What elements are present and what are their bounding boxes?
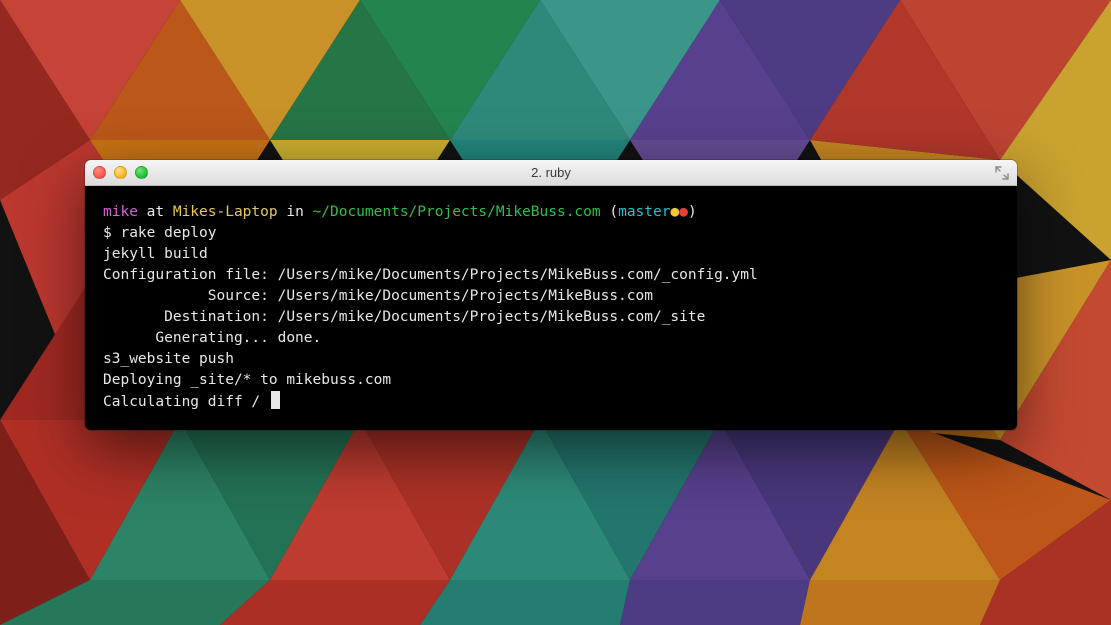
output-line: Deploying _site/* to mikebuss.com (103, 372, 391, 388)
prompt-at: at (138, 204, 173, 220)
prompt-paren-close: ) (688, 204, 697, 220)
output-line: Configuration file: /Users/mike/Document… (103, 267, 758, 283)
prompt-path: ~/Documents/Projects/MikeBuss.com (313, 204, 601, 220)
terminal-cursor (271, 391, 280, 409)
output-line: s3_website push (103, 351, 234, 367)
terminal-window[interactable]: 2. ruby mike at Mikes-Laptop in ~/Docume… (85, 160, 1017, 430)
traffic-lights (93, 166, 148, 179)
output-line: Source: /Users/mike/Documents/Projects/M… (103, 288, 653, 304)
window-titlebar[interactable]: 2. ruby (85, 160, 1017, 186)
minimize-icon[interactable] (114, 166, 127, 179)
output-line: Calculating diff / (103, 394, 269, 410)
prompt-paren-open: ( (601, 204, 618, 220)
output-line: Destination: /Users/mike/Documents/Proje… (103, 309, 705, 325)
zoom-icon[interactable] (135, 166, 148, 179)
git-status-dot-1: ● (670, 204, 679, 220)
prompt-in: in (278, 204, 313, 220)
window-title: 2. ruby (85, 165, 1017, 180)
prompt-user: mike (103, 204, 138, 220)
output-line: jekyll build (103, 246, 208, 262)
git-status-dot-2: ● (679, 204, 688, 220)
prompt-symbol: $ (103, 225, 120, 241)
prompt-host: Mikes-Laptop (173, 204, 278, 220)
terminal-content[interactable]: mike at Mikes-Laptop in ~/Documents/Proj… (85, 186, 1017, 430)
close-icon[interactable] (93, 166, 106, 179)
command-text: rake deploy (120, 225, 216, 241)
output-line: Generating... done. (103, 330, 321, 346)
prompt-branch: master (618, 204, 670, 220)
fullscreen-icon[interactable] (995, 166, 1009, 180)
